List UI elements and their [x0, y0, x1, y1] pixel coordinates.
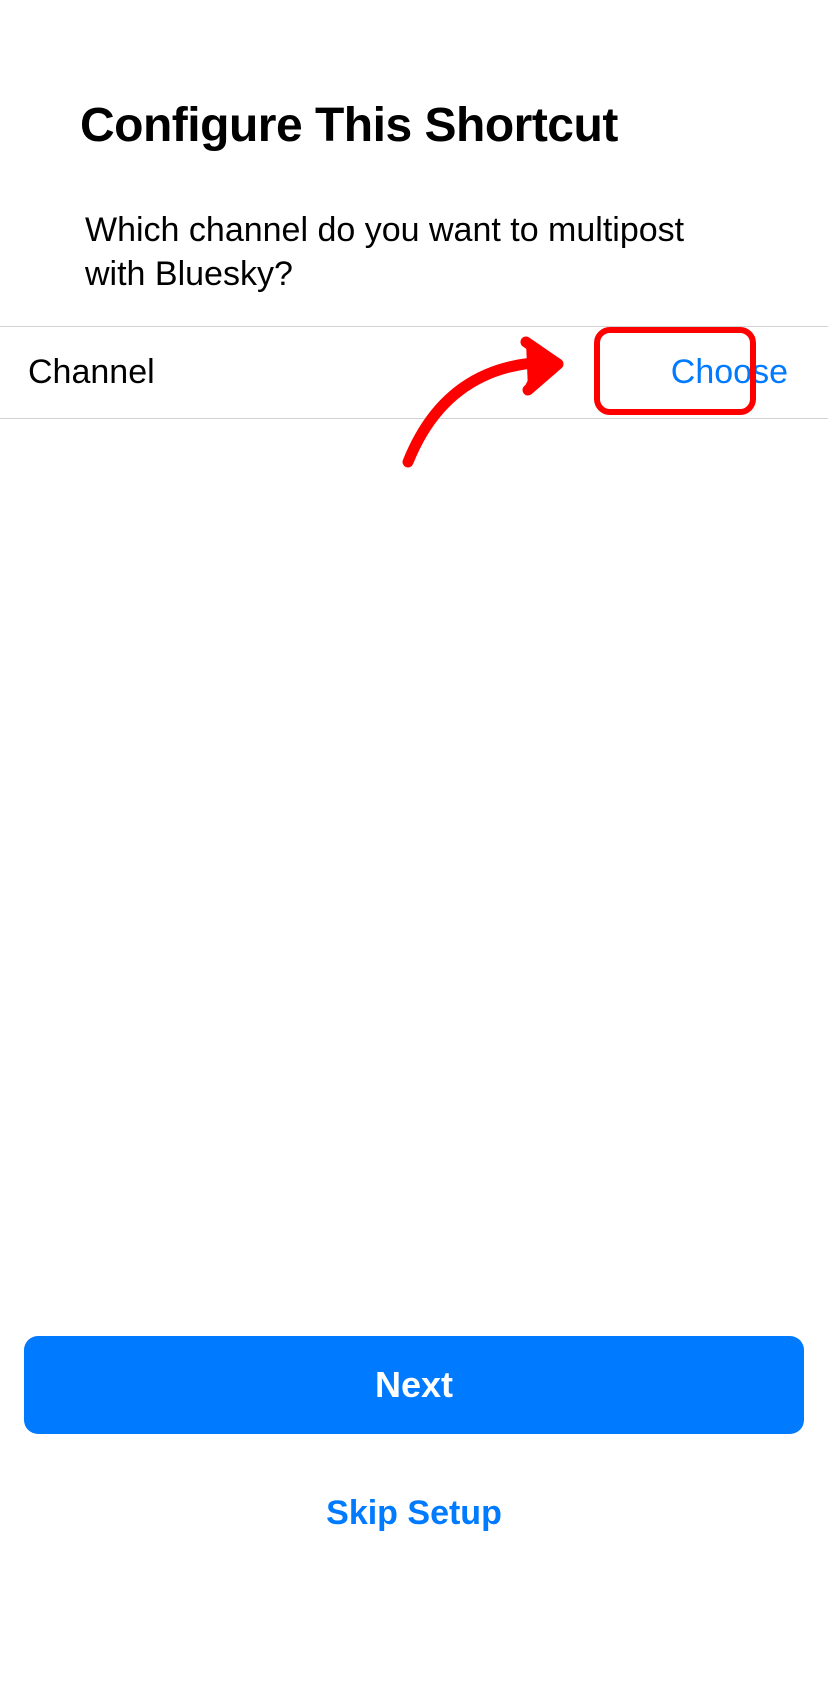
channel-row[interactable]: Channel Choose: [0, 326, 828, 419]
page-title: Configure This Shortcut: [80, 100, 748, 153]
footer: Next Skip Setup: [0, 1336, 828, 1693]
channel-label: Channel: [28, 353, 155, 392]
spacer: [0, 419, 828, 1336]
header: Configure This Shortcut: [0, 0, 828, 183]
description-section: Which channel do you want to multipost w…: [0, 183, 828, 326]
skip-setup-button[interactable]: Skip Setup: [24, 1484, 804, 1543]
next-button[interactable]: Next: [24, 1336, 804, 1434]
choose-button[interactable]: Choose: [659, 349, 800, 396]
description-text: Which channel do you want to multipost w…: [85, 208, 743, 296]
